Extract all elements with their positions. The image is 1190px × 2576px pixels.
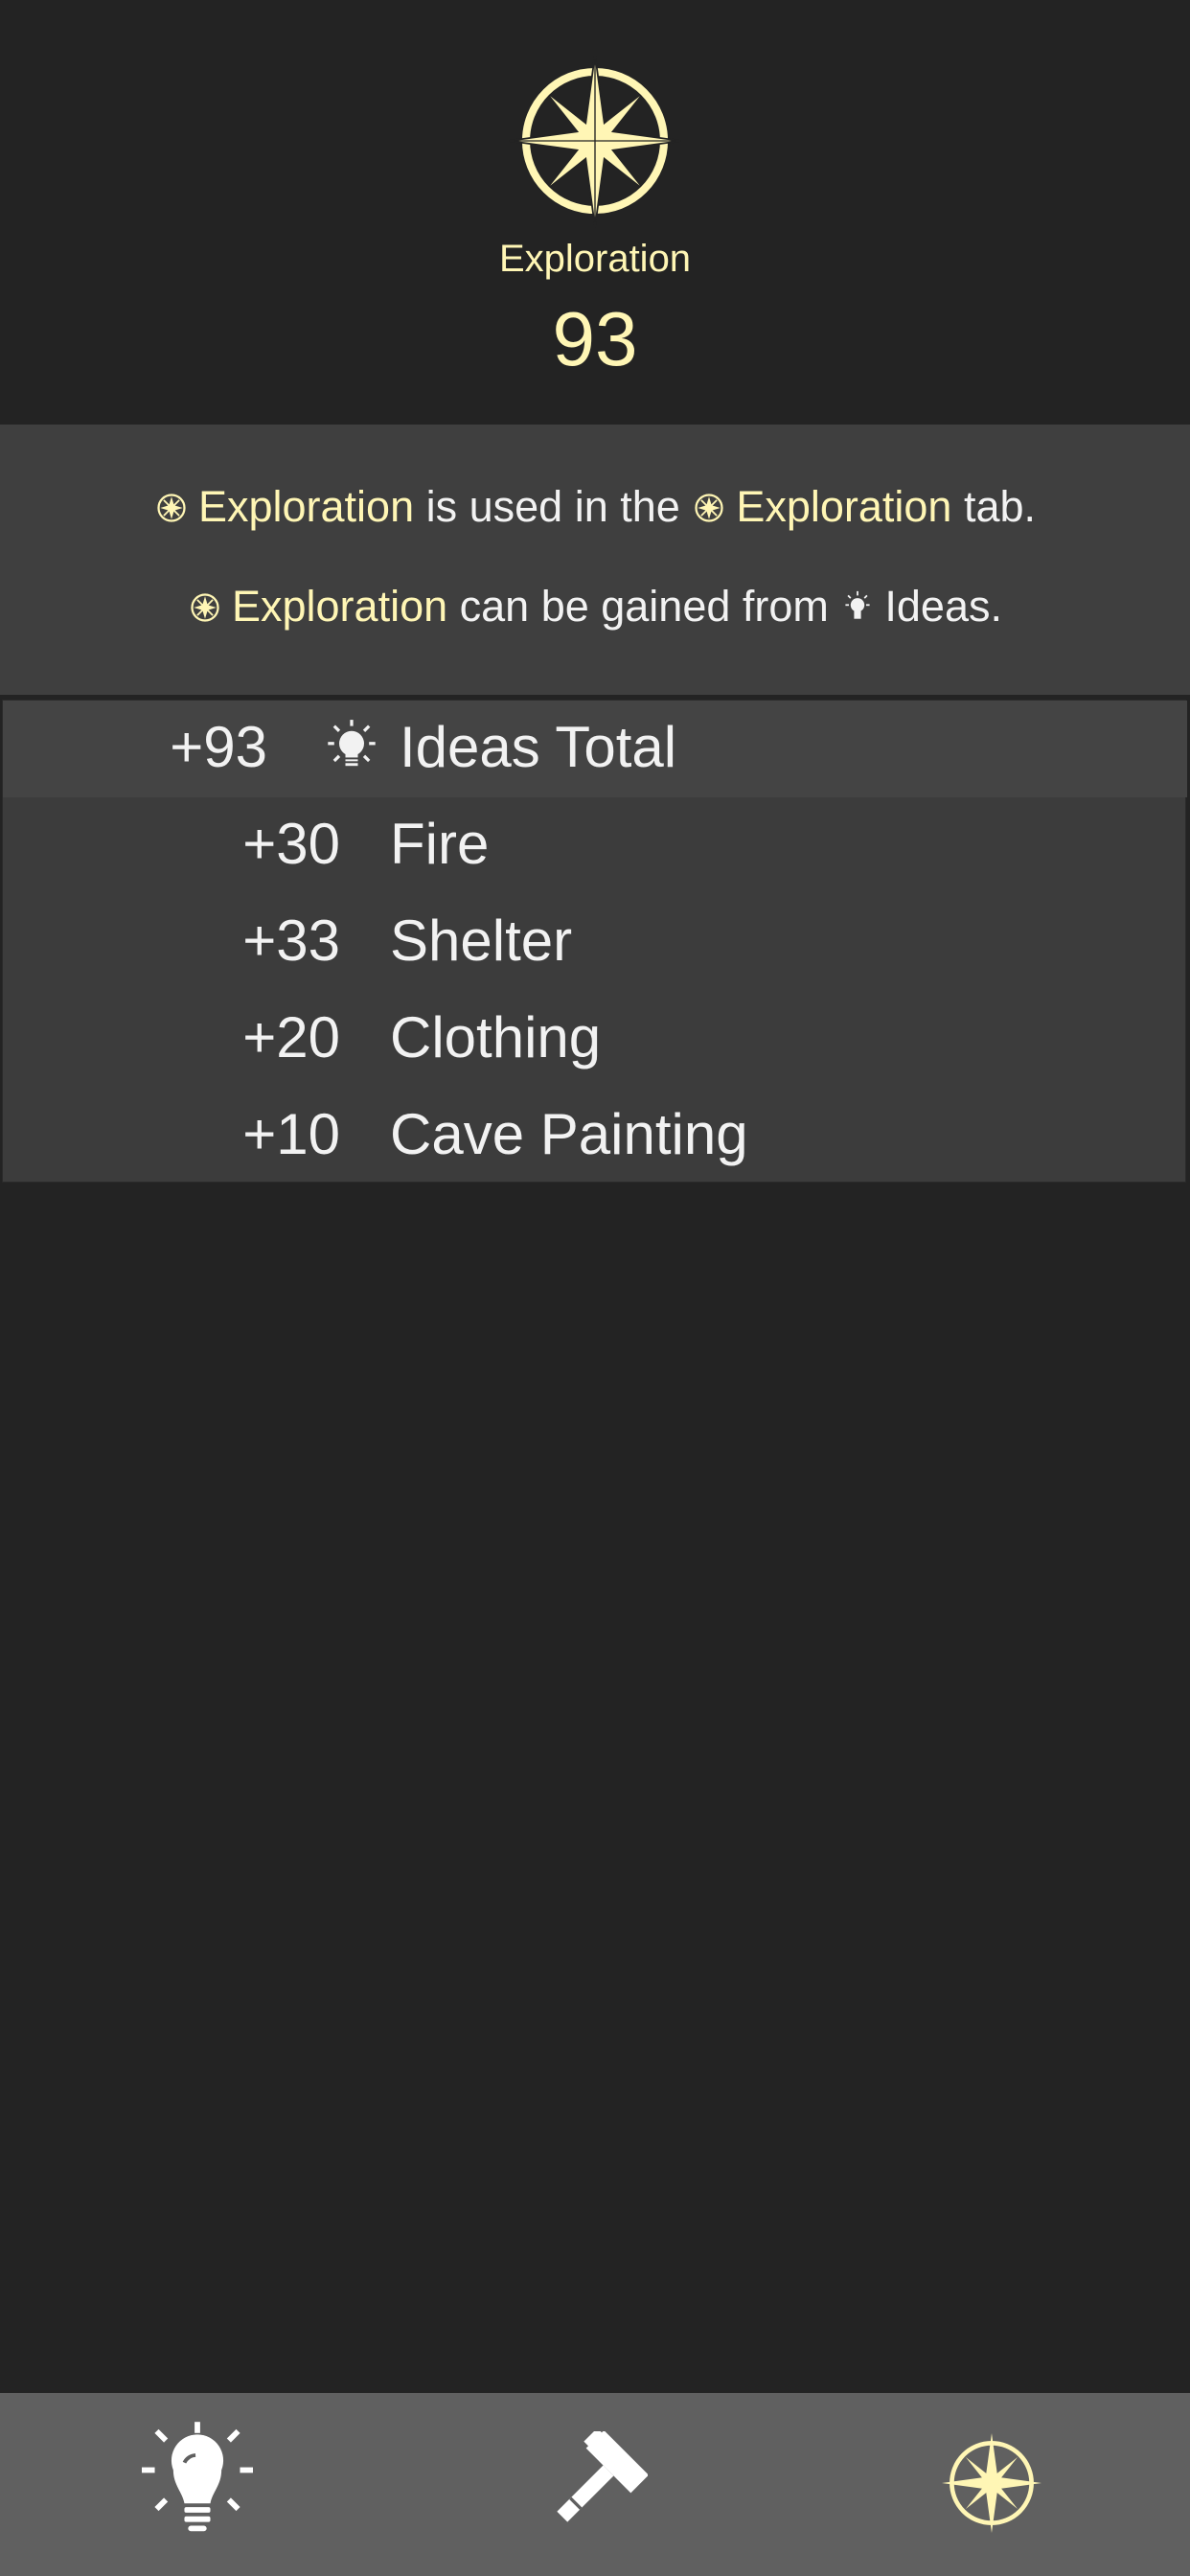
usage-text: Exploration is used in the Exploration t…: [0, 482, 1190, 532]
source-row-fire[interactable]: +30 Fire: [3, 797, 1187, 894]
tab-ideas[interactable]: [0, 2393, 397, 2576]
bottom-tab-bar: [0, 2393, 1190, 2576]
total-label: Ideas Total: [400, 715, 677, 779]
resource-link[interactable]: Exploration: [198, 482, 414, 531]
source-row-cave-painting[interactable]: +10 Cave Painting: [3, 1088, 1187, 1184]
hammer-icon: [557, 2431, 648, 2522]
source-label: Cave Painting: [390, 1102, 748, 1166]
ideas-link[interactable]: Ideas.: [884, 582, 1002, 631]
source-row-clothing[interactable]: +20 Clothing: [3, 991, 1187, 1088]
source-amount: +10: [242, 1102, 340, 1166]
compass-small-icon: [191, 593, 219, 622]
resource-value: 93: [552, 296, 638, 381]
source-amount: +30: [242, 812, 340, 876]
compass-rose-icon: [942, 2433, 1041, 2533]
exploration-tab-link[interactable]: Exploration: [736, 482, 951, 531]
source-amount: +20: [242, 1005, 340, 1070]
source-label: Shelter: [390, 908, 573, 973]
tab-build[interactable]: [397, 2393, 793, 2576]
total-row[interactable]: +93 Ideas Total: [3, 701, 1187, 797]
source-row-shelter[interactable]: +33 Shelter: [3, 894, 1187, 991]
resource-link[interactable]: Exploration: [232, 582, 447, 631]
resource-header: Exploration 93: [0, 0, 1190, 425]
info-panel: Exploration is used in the Exploration t…: [0, 425, 1190, 695]
lightbulb-icon: [142, 2422, 253, 2532]
source-label: Fire: [390, 812, 490, 876]
lightbulb-icon: [328, 720, 376, 767]
compass-small-icon: [157, 494, 186, 522]
resource-name: Exploration: [498, 238, 692, 280]
compass-small-icon: [695, 494, 723, 522]
source-text: Exploration can be gained from Ideas.: [0, 582, 1190, 632]
source-amount: +33: [242, 908, 340, 973]
source-label: Clothing: [390, 1005, 602, 1070]
compass-rose-icon: [509, 54, 681, 228]
total-amount: +93: [170, 715, 267, 779]
tab-exploration[interactable]: [793, 2393, 1190, 2576]
lightbulb-icon: [845, 590, 871, 619]
sources-list: +93 Ideas Total +30 Fire +33 Shelter +20…: [2, 700, 1187, 1184]
